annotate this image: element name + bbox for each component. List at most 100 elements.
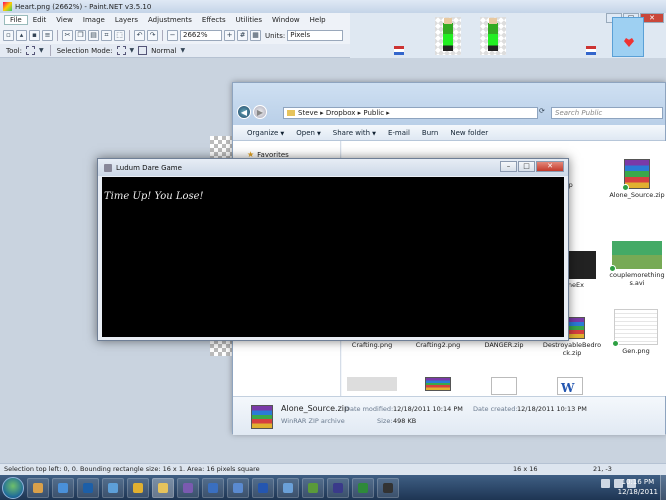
taskbar-app-excel[interactable] xyxy=(352,477,374,498)
explorer-nav-buttons: ◀ ▶ xyxy=(237,105,267,119)
explorer-breadcrumb[interactable]: Steve ▸ Dropbox ▸ Public ▸ xyxy=(298,109,390,117)
print-icon[interactable]: ≡ xyxy=(42,30,53,41)
organize-label: Organize xyxy=(247,128,279,137)
refresh-icon[interactable]: ⟳ xyxy=(539,107,545,115)
taskbar-app-vs[interactable] xyxy=(177,477,199,498)
menu-utilities[interactable]: Utilities xyxy=(231,16,267,24)
menu-help[interactable]: Help xyxy=(305,16,331,24)
menu-adjustments[interactable]: Adjustments xyxy=(143,16,197,24)
minimize-button[interactable]: – xyxy=(500,161,517,172)
details-size-value: 498 KB xyxy=(393,417,417,425)
file-item[interactable]: Alone_Source.zip xyxy=(607,159,666,199)
toolbar-separator xyxy=(57,30,58,41)
details-created-value: 12/18/2011 10:13 PM xyxy=(517,405,587,413)
explorer-search-input[interactable]: Search Public xyxy=(551,107,663,119)
save-icon[interactable]: ▪ xyxy=(29,30,40,41)
paste-icon[interactable]: ▤ xyxy=(88,30,99,41)
burn-button[interactable]: Burn xyxy=(422,129,438,137)
taskbar-app-terminal[interactable] xyxy=(377,477,399,498)
chevron-down-icon[interactable]: ▼ xyxy=(130,47,135,54)
taskbar-app-checkmark[interactable] xyxy=(102,477,124,498)
file-item[interactable]: Gen.png xyxy=(606,309,666,355)
character-sprite-icon xyxy=(488,18,498,51)
zoom-level-field[interactable]: 2662% xyxy=(180,30,222,41)
open-button[interactable]: Open ▼ xyxy=(296,129,321,137)
deselect-icon[interactable]: ⬚ xyxy=(114,30,125,41)
menu-view[interactable]: View xyxy=(51,16,78,24)
taskbar-app-eclipse[interactable] xyxy=(327,477,349,498)
cut-icon[interactable]: ✂ xyxy=(62,30,73,41)
start-button[interactable] xyxy=(2,476,24,499)
image-thumbnail-character-1[interactable] xyxy=(435,17,461,55)
chevron-down-icon: ▼ xyxy=(316,130,321,137)
rectangle-select-icon[interactable] xyxy=(25,46,35,55)
taskbar-app-minecraft[interactable] xyxy=(302,477,324,498)
canvas-transparency-checker[interactable] xyxy=(210,340,232,356)
heart-icon xyxy=(624,38,634,47)
share-with-button[interactable]: Share with ▼ xyxy=(333,129,376,137)
blend-mode-select[interactable]: Normal xyxy=(151,47,176,55)
show-desktop-button[interactable] xyxy=(660,475,666,500)
close-button[interactable]: ✕ xyxy=(536,161,564,172)
email-button[interactable]: E-mail xyxy=(388,129,410,137)
image-thumbnail-character-2[interactable] xyxy=(480,17,506,55)
image-thumbnail-flag[interactable] xyxy=(394,46,404,55)
menu-image[interactable]: Image xyxy=(78,16,110,24)
zoom-in-icon[interactable]: + xyxy=(224,30,235,41)
file-name: Alone_Source.zip xyxy=(609,191,665,199)
explorer-address-bar[interactable]: Steve ▸ Dropbox ▸ Public ▸ xyxy=(283,107,538,119)
taskbar-app-ie[interactable] xyxy=(52,477,74,498)
winrar-archive-icon xyxy=(622,159,650,191)
menu-layers[interactable]: Layers xyxy=(110,16,143,24)
folder-icon xyxy=(287,110,295,116)
menu-effects[interactable]: Effects xyxy=(197,16,231,24)
menu-edit[interactable]: Edit xyxy=(28,16,52,24)
menu-window[interactable]: Window xyxy=(267,16,305,24)
game-window: Ludum Dare Game – □ ✕ Time Up! You Lose! xyxy=(97,158,569,341)
file-item[interactable]: couplemorething s.avi xyxy=(605,241,666,287)
forward-arrow-icon[interactable]: ▶ xyxy=(253,105,267,119)
taskbar-clock[interactable]: 10:16 PM 12/18/2011 xyxy=(618,477,658,497)
undo-icon[interactable]: ↶ xyxy=(134,30,145,41)
organize-button[interactable]: Organize ▼ xyxy=(247,129,284,137)
taskbar-app-explorer[interactable] xyxy=(152,477,174,498)
file-item[interactable] xyxy=(474,377,534,397)
taskbar-app-paintnet[interactable] xyxy=(27,477,49,498)
maximize-button[interactable]: □ xyxy=(518,161,535,172)
selection-mode-label: Selection Mode: xyxy=(56,46,113,55)
grid-icon[interactable]: # xyxy=(237,30,248,41)
game-window-title: Ludum Dare Game xyxy=(116,163,182,172)
new-image-icon[interactable]: ▫ xyxy=(3,30,14,41)
new-folder-button[interactable]: New folder xyxy=(450,129,488,137)
menu-file[interactable]: File xyxy=(4,15,28,25)
units-select[interactable]: Pixels xyxy=(287,30,344,41)
paintnet-canvas-area[interactable] xyxy=(0,58,22,463)
clock-date: 12/18/2011 xyxy=(617,488,658,496)
back-arrow-icon[interactable]: ◀ xyxy=(237,105,251,119)
game-window-titlebar[interactable]: Ludum Dare Game – □ ✕ xyxy=(98,159,568,176)
file-item[interactable] xyxy=(408,377,468,393)
crop-icon[interactable]: ⌗ xyxy=(101,30,112,41)
redo-icon[interactable]: ↷ xyxy=(147,30,158,41)
game-canvas[interactable]: Time Up! You Lose! xyxy=(102,177,564,337)
file-item[interactable] xyxy=(540,377,600,397)
image-thumbnail-flag-2[interactable] xyxy=(586,46,596,55)
taskbar-app-outlook[interactable] xyxy=(277,477,299,498)
copy-icon[interactable]: ❐ xyxy=(75,30,86,41)
toolbar-separator xyxy=(49,45,51,56)
taskbar-app-paintnet-2[interactable] xyxy=(202,477,224,498)
canvas-transparency-checker[interactable] xyxy=(210,136,232,160)
ruler-icon[interactable]: ▦ xyxy=(250,30,261,41)
chevron-down-icon[interactable]: ▼ xyxy=(39,47,44,54)
open-icon[interactable]: ▴ xyxy=(16,30,27,41)
taskbar-app-paint[interactable] xyxy=(227,477,249,498)
chevron-down-icon[interactable]: ▼ xyxy=(180,47,185,54)
file-item[interactable] xyxy=(342,377,402,393)
taskbar-app-hp[interactable] xyxy=(77,477,99,498)
taskbar-app-chrome[interactable] xyxy=(127,477,149,498)
image-thumbnail-heart-selected[interactable] xyxy=(612,17,644,57)
zoom-out-icon[interactable]: − xyxy=(167,30,178,41)
network-icon[interactable] xyxy=(601,479,610,488)
selection-mode-icon[interactable] xyxy=(116,46,126,55)
taskbar-app-word[interactable] xyxy=(252,477,274,498)
